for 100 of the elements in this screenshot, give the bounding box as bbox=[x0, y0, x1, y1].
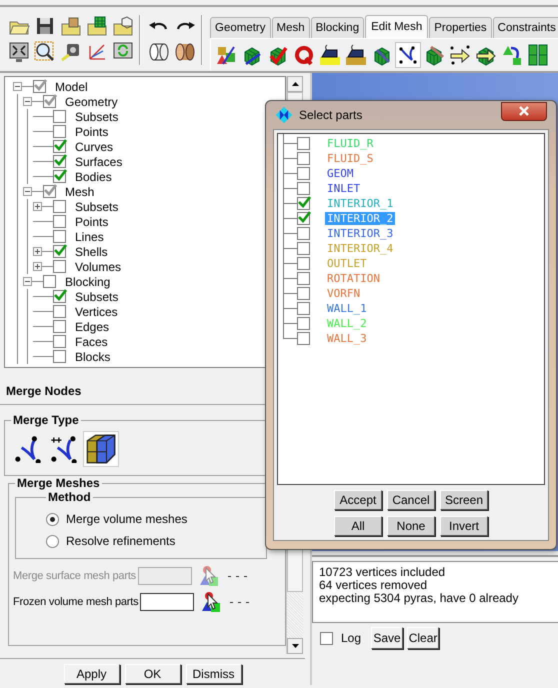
checkbox[interactable] bbox=[297, 242, 310, 255]
tree-item[interactable]: Bodies bbox=[75, 170, 112, 184]
checkbox[interactable] bbox=[53, 350, 66, 363]
folder-cube-icon[interactable] bbox=[60, 15, 82, 37]
iron-icon[interactable] bbox=[319, 44, 341, 66]
folder-grid-icon[interactable] bbox=[86, 15, 108, 37]
tab[interactable]: Constraints bbox=[492, 17, 558, 38]
arrow-points-icon[interactable] bbox=[449, 44, 471, 66]
checkbox[interactable] bbox=[297, 287, 310, 300]
checkbox[interactable] bbox=[53, 125, 66, 138]
button[interactable]: Clear bbox=[407, 627, 440, 649]
part-item[interactable]: WALL_1 bbox=[325, 302, 369, 315]
tree-item[interactable]: Volumes bbox=[75, 260, 122, 274]
checkbox[interactable] bbox=[297, 212, 310, 225]
collapse-icon[interactable] bbox=[13, 82, 22, 91]
checkbox[interactable] bbox=[297, 302, 310, 315]
cube-check-icon[interactable] bbox=[267, 44, 289, 66]
ellipsis-icon[interactable] bbox=[230, 600, 250, 604]
button[interactable]: Accept bbox=[334, 490, 382, 510]
tree-item[interactable]: Mesh bbox=[65, 184, 94, 198]
button[interactable]: Screen bbox=[440, 490, 488, 510]
tree-item[interactable]: Geometry bbox=[65, 94, 118, 108]
monitor-arrows-icon[interactable] bbox=[8, 41, 30, 63]
input-field[interactable] bbox=[140, 593, 194, 611]
checkbox[interactable] bbox=[53, 155, 66, 168]
ring-icon[interactable] bbox=[293, 44, 315, 66]
tree-item[interactable]: Subsets bbox=[75, 110, 118, 124]
checkbox[interactable] bbox=[297, 197, 310, 210]
checkbox[interactable] bbox=[53, 230, 66, 243]
checkbox[interactable] bbox=[53, 305, 66, 318]
close-button[interactable] bbox=[501, 102, 547, 120]
grid-columns-icon[interactable] bbox=[527, 44, 549, 66]
checkbox[interactable] bbox=[53, 245, 66, 258]
tree-item[interactable]: Blocks bbox=[75, 350, 110, 364]
button[interactable]: Cancel bbox=[387, 490, 435, 510]
tree-item[interactable]: Vertices bbox=[75, 304, 118, 318]
checkbox[interactable] bbox=[297, 257, 310, 270]
part-item[interactable]: INTERIOR_3 bbox=[325, 227, 396, 240]
tab[interactable]: Geometry bbox=[210, 17, 270, 38]
checkbox[interactable] bbox=[297, 137, 310, 150]
checkbox[interactable] bbox=[297, 272, 310, 285]
checkbox[interactable] bbox=[53, 335, 66, 348]
merge-tolerance-icon[interactable] bbox=[50, 435, 78, 463]
checkbox[interactable] bbox=[297, 152, 310, 165]
ellipsis-icon[interactable] bbox=[228, 574, 248, 578]
button[interactable]: All bbox=[334, 516, 382, 536]
collapse-icon[interactable] bbox=[23, 277, 32, 286]
tab[interactable]: Edit Mesh bbox=[365, 15, 428, 38]
checkbox[interactable] bbox=[297, 332, 310, 345]
folder-wireframe-icon[interactable] bbox=[112, 15, 134, 37]
button[interactable]: Invert bbox=[440, 516, 488, 536]
checkbox[interactable] bbox=[43, 95, 56, 108]
cylinder-icon[interactable] bbox=[174, 41, 196, 63]
up-arrow-icon[interactable] bbox=[292, 82, 298, 86]
checkbox[interactable] bbox=[53, 140, 66, 153]
tree-item[interactable]: Subsets bbox=[75, 200, 118, 214]
magnifier-icon[interactable] bbox=[34, 41, 56, 63]
expand-icon[interactable] bbox=[33, 262, 42, 271]
radio-button[interactable] bbox=[46, 534, 59, 548]
tab[interactable]: Properties bbox=[429, 17, 492, 38]
collapse-icon[interactable] bbox=[23, 187, 32, 196]
checkbox[interactable] bbox=[53, 170, 66, 183]
tab[interactable]: Mesh bbox=[272, 17, 310, 38]
checkbox[interactable] bbox=[297, 227, 310, 240]
checkbox[interactable] bbox=[53, 200, 66, 213]
collapse-icon[interactable] bbox=[23, 97, 32, 106]
triangle-arrow-icon[interactable] bbox=[501, 44, 523, 66]
tree-item[interactable]: Surfaces bbox=[75, 154, 122, 168]
expand-icon[interactable] bbox=[33, 247, 42, 256]
tree-item[interactable]: Lines bbox=[75, 230, 104, 244]
merge-nodes-icon[interactable] bbox=[397, 44, 419, 66]
save-icon[interactable] bbox=[34, 15, 56, 37]
tree-item[interactable]: Points bbox=[75, 124, 108, 138]
tab[interactable]: Blocking bbox=[310, 17, 364, 38]
mesh-cubes-icon[interactable] bbox=[86, 434, 116, 464]
close-icon[interactable] bbox=[518, 106, 530, 116]
expand-icon[interactable] bbox=[33, 202, 42, 211]
tree-item[interactable]: Model bbox=[55, 80, 88, 94]
down-arrow-icon[interactable] bbox=[292, 644, 298, 648]
tree-item[interactable]: Curves bbox=[75, 140, 114, 154]
tree-item[interactable]: Subsets bbox=[75, 290, 118, 304]
iron-icon[interactable] bbox=[345, 44, 367, 66]
checkbox[interactable] bbox=[53, 260, 66, 273]
radio-button[interactable] bbox=[46, 512, 59, 526]
button[interactable]: Dismiss bbox=[186, 664, 242, 684]
button[interactable]: Save bbox=[371, 627, 404, 649]
shapes-icon[interactable] bbox=[215, 44, 237, 66]
tree-item[interactable]: Shells bbox=[75, 244, 108, 258]
tape-measure-icon[interactable] bbox=[60, 41, 82, 63]
wireframe-cylinder-icon[interactable] bbox=[148, 41, 170, 63]
checkbox[interactable] bbox=[320, 632, 333, 644]
part-item[interactable]: INLET bbox=[325, 182, 362, 195]
tree-item[interactable]: Edges bbox=[75, 320, 110, 334]
checkbox[interactable] bbox=[53, 290, 66, 303]
tree-item[interactable]: Blocking bbox=[65, 274, 110, 288]
checkbox[interactable] bbox=[297, 317, 310, 330]
checkbox[interactable] bbox=[33, 80, 46, 93]
button[interactable]: Apply bbox=[64, 664, 120, 684]
cursor-shapes-icon[interactable] bbox=[200, 591, 222, 613]
checkbox[interactable] bbox=[297, 182, 310, 195]
